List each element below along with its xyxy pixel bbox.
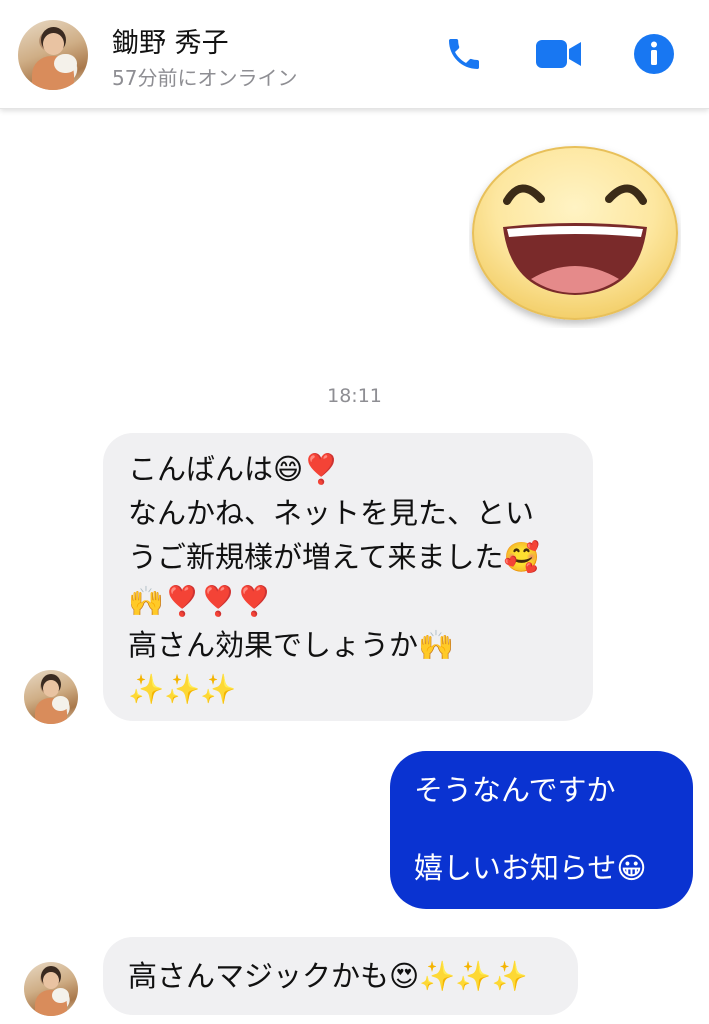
contact-status: 57分前にオンライン: [112, 66, 298, 90]
message-line: うご新規様が増えて来ました🥰: [128, 540, 540, 574]
message-line: 🙌❣️❣️❣️: [128, 584, 273, 618]
outgoing-message-bubble[interactable]: そうなんですか 嬉しいお知らせ😀: [390, 751, 693, 909]
info-button[interactable]: [630, 30, 678, 78]
sender-avatar[interactable]: [24, 670, 78, 724]
laughing-face-icon: [472, 146, 678, 320]
messenger-chat-screen: 鋤野 秀子 57分前にオンライン 18:11 こんばんは😄❣️ なんかね、ネット…: [0, 0, 709, 1024]
phone-call-button[interactable]: [440, 30, 488, 78]
contact-name[interactable]: 鋤野 秀子: [112, 21, 229, 60]
message-line: そうなんですか: [414, 773, 616, 807]
chat-header: 鋤野 秀子 57分前にオンライン: [0, 0, 709, 109]
video-call-button[interactable]: [535, 30, 583, 78]
message-line: ✨✨✨: [128, 672, 237, 706]
message-line: 高さんマジックかも😍✨✨✨: [128, 959, 528, 993]
message-line: こんばんは😄❣️: [128, 452, 340, 486]
phone-icon: [449, 39, 479, 69]
message-line: 嬉しいお知らせ😀: [414, 851, 647, 885]
incoming-message-bubble[interactable]: 高さんマジックかも😍✨✨✨: [103, 937, 578, 1015]
video-camera-icon: [536, 40, 581, 68]
sender-avatar[interactable]: [24, 962, 78, 1016]
contact-avatar[interactable]: [18, 20, 88, 90]
message-line: なんかね、ネットを見た、とい: [128, 496, 535, 530]
message-timestamp: 18:11: [327, 385, 382, 407]
incoming-message-bubble[interactable]: こんばんは😄❣️ なんかね、ネットを見た、とい うご新規様が増えて来ました🥰 🙌…: [103, 433, 593, 721]
message-line: 高さん効果でしょうか🙌: [128, 628, 455, 662]
info-icon: [634, 34, 674, 74]
laughing-face-sticker[interactable]: [469, 143, 681, 328]
